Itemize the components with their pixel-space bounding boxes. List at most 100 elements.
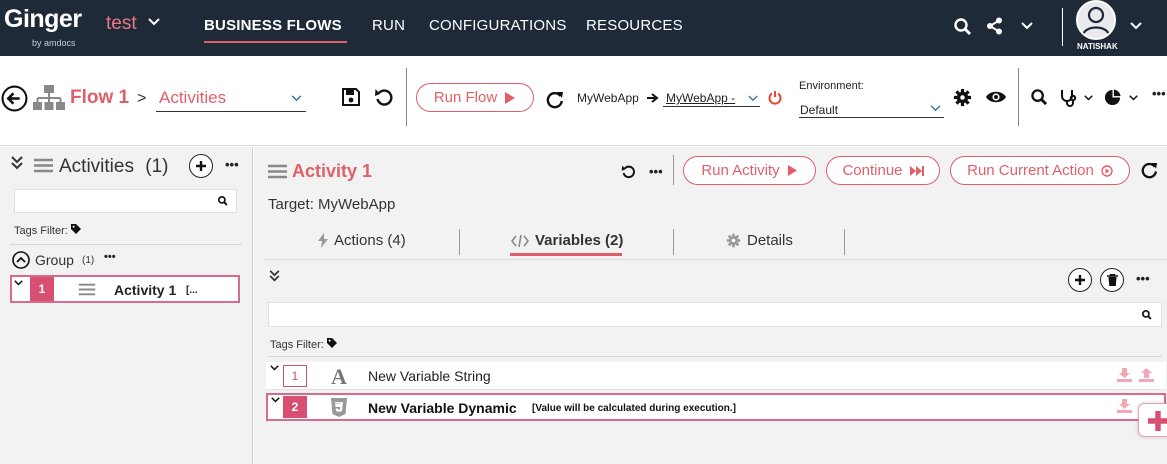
user-avatar[interactable] [1076, 0, 1116, 40]
tab-separator [673, 229, 674, 255]
refresh-icon[interactable] [1141, 162, 1158, 179]
more-options-icon[interactable]: ••• [649, 164, 663, 179]
string-variable-icon: A [331, 366, 347, 386]
trash-icon [1106, 274, 1118, 286]
activity-list-item[interactable]: 1 Activity 1 [... [10, 275, 240, 303]
collapse-all-icon[interactable] [11, 156, 23, 170]
group-label: Group [35, 252, 74, 268]
more-options-icon[interactable]: ••• [1136, 271, 1150, 286]
tags-filter-label[interactable]: Tags Filter: [14, 224, 81, 237]
search-icon [218, 196, 228, 206]
variable-row[interactable]: 2 New Variable Dynamic [Value will be ca… [266, 393, 1166, 421]
tags-filter-label[interactable]: Tags Filter: [270, 338, 337, 351]
delete-variable-button[interactable] [1100, 268, 1124, 292]
more-options-icon[interactable]: ••• [104, 251, 116, 263]
top-navigation-bar: Ginger by amdocs test BUSINESS FLOWS RUN… [0, 0, 1167, 56]
undo-icon[interactable] [621, 164, 636, 179]
chevron-down-icon[interactable] [1084, 95, 1093, 101]
environment-select[interactable]: Default [799, 100, 944, 118]
download-icon[interactable] [1117, 368, 1132, 382]
search-icon[interactable] [1031, 89, 1048, 106]
chevron-down-icon[interactable] [14, 280, 23, 286]
gear-icon[interactable] [953, 88, 972, 107]
variable-value-note: [Value will be calculated during executi… [532, 403, 736, 414]
add-variable-button[interactable] [1068, 268, 1092, 292]
chevron-down-icon[interactable] [1130, 22, 1142, 30]
tab-variables[interactable]: Variables (2) [511, 232, 623, 249]
nav-active-underline [204, 41, 347, 43]
flow-title: Flow 1 [70, 87, 130, 108]
fast-forward-icon [909, 165, 924, 176]
tab-details[interactable]: Details [726, 232, 793, 249]
nav-configurations[interactable]: CONFIGURATIONS [429, 17, 567, 34]
run-activity-label: Run Activity [701, 162, 780, 179]
refresh-icon[interactable] [546, 91, 564, 109]
nav-business-flows[interactable]: BUSINESS FLOWS [204, 17, 342, 34]
more-options-icon[interactable]: ••• [225, 157, 239, 172]
floating-add-button[interactable] [1138, 403, 1167, 437]
nav-run[interactable]: RUN [372, 17, 405, 34]
search-icon [1142, 310, 1152, 320]
share-icon[interactable] [986, 17, 1004, 35]
variables-grid: ••• Tags Filter: 1 A New Variable String… [263, 259, 1167, 464]
toolbar-divider [1018, 68, 1019, 126]
more-options-icon[interactable]: ••• [1152, 86, 1166, 101]
plus-icon [1148, 411, 1167, 431]
save-icon[interactable] [341, 87, 361, 107]
undo-icon[interactable] [374, 87, 394, 107]
environment-select-value: Default [800, 103, 839, 117]
svg-text:A: A [331, 366, 347, 386]
tab-actions[interactable]: Actions (4) [318, 232, 406, 249]
agent-select[interactable]: MyWebApp - [663, 89, 760, 107]
chevron-up-circle-icon[interactable] [12, 251, 30, 269]
activities-panel: Activities (1) ••• Tags Filter: Group (1… [0, 147, 253, 464]
search-icon[interactable] [954, 18, 972, 36]
activity-target: Target: MyWebApp [268, 196, 396, 213]
run-current-action-label: Run Current Action [967, 162, 1094, 179]
run-current-action-button[interactable]: Run Current Action [950, 156, 1130, 185]
lightning-icon [318, 233, 328, 248]
chevron-down-icon[interactable] [1021, 22, 1033, 30]
run-activity-button[interactable]: Run Activity [683, 156, 816, 185]
agent-select-value: MyWebApp - [666, 91, 736, 105]
continue-button[interactable]: Continue [826, 156, 940, 185]
chevron-down-icon[interactable] [1129, 95, 1138, 101]
arrow-right-icon [647, 93, 659, 103]
drag-handle-icon[interactable] [78, 283, 96, 296]
run-flow-button[interactable]: Run Flow [416, 83, 534, 112]
nav-resources[interactable]: RESOURCES [586, 17, 683, 34]
eye-icon[interactable] [985, 90, 1007, 104]
list-icon [34, 158, 53, 173]
tab-active-underline [510, 253, 622, 256]
upload-icon[interactable] [1139, 368, 1154, 382]
back-arrow-icon[interactable] [1, 85, 28, 112]
download-icon[interactable] [1117, 399, 1132, 413]
chevron-down-icon[interactable] [148, 18, 160, 26]
divider [673, 155, 674, 185]
breadcrumb-separator: > [137, 90, 147, 107]
continue-label: Continue [842, 162, 903, 179]
dynamic-variable-icon [331, 398, 347, 417]
variable-row[interactable]: 1 A New Variable String [266, 362, 1166, 390]
activities-search-input[interactable] [14, 189, 237, 213]
variables-search-input[interactable] [268, 302, 1162, 327]
ginger-logo[interactable]: Ginger by amdocs [4, 6, 82, 48]
stethoscope-icon[interactable] [1059, 88, 1079, 108]
play-icon [505, 91, 516, 104]
chevron-down-icon[interactable] [270, 365, 279, 371]
pie-chart-icon[interactable] [1104, 89, 1121, 106]
tab-variables-label: Variables (2) [535, 232, 624, 249]
activities-title-text: Activities [59, 156, 134, 177]
solution-name[interactable]: test [106, 13, 137, 35]
variable-name: New Variable String [368, 368, 491, 384]
collapse-all-icon[interactable] [269, 270, 280, 282]
chevron-down-icon [748, 95, 758, 102]
view-select[interactable]: Activities [156, 86, 306, 112]
divider [10, 244, 242, 245]
activities-count: (1) [145, 156, 169, 177]
add-activity-button[interactable] [189, 154, 213, 178]
user-icon [1081, 6, 1111, 36]
code-icon [511, 234, 529, 247]
power-icon[interactable] [768, 90, 782, 105]
chevron-down-icon[interactable] [271, 397, 280, 403]
